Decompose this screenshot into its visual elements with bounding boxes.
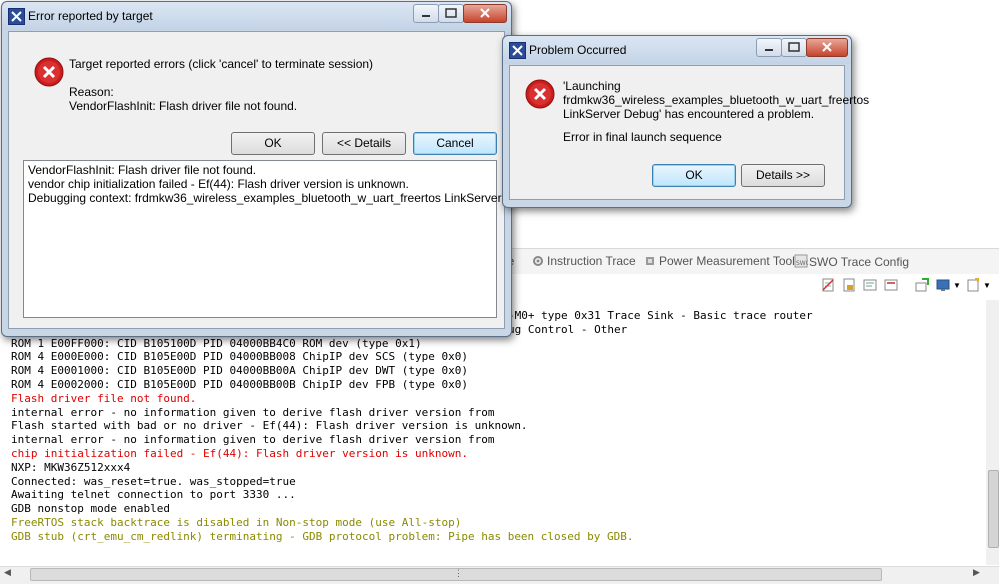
scroll-grip-icon: ⋮ xyxy=(454,568,463,578)
console-line: NXP: MKW36Z512xxx4 xyxy=(11,460,131,474)
console-line: -M0+ type 0x31 Trace Sink - Basic trace … xyxy=(508,309,813,322)
console-line: Awaiting telnet connection to port 3330 … xyxy=(11,488,296,502)
console-line: internal error - no information given to… xyxy=(11,433,495,447)
console-line: ROM 4 E0001000: CID B105E00D PID 04000BB… xyxy=(11,364,468,378)
details-text-area[interactable]: VendorFlashInit: Flash driver file not f… xyxy=(23,160,540,318)
word-wrap-icon[interactable] xyxy=(862,277,878,293)
console-line: ROM 1 E00FF000: CID B105100D PID 04000BB… xyxy=(11,336,422,350)
console-line: GDB nonstop mode enabled xyxy=(11,502,170,516)
reason-text: VendorFlashInit: Flash driver file not f… xyxy=(69,99,298,113)
clear-console-icon[interactable] xyxy=(820,277,836,293)
console-line: Flash driver file not found. xyxy=(11,391,197,405)
view-tab-bar: le Instruction Trace Power Measurement T… xyxy=(505,248,999,275)
ok-button[interactable]: OK xyxy=(652,164,736,187)
error-dialog-titlebar[interactable]: Error reported by target xyxy=(2,2,511,30)
chip-icon xyxy=(644,255,656,267)
details-button[interactable]: << Details xyxy=(322,132,406,155)
tab-swo-trace-config[interactable]: SWOSWO Trace Config xyxy=(794,254,909,269)
console-output: -M0+ type 0x31 Trace Sink - Basic trace … xyxy=(0,300,990,565)
problem-dialog-title: Problem Occurred xyxy=(529,43,627,57)
problem-message-line: frdmkw36_wireless_examples_bluetooth_w_u… xyxy=(563,93,870,107)
details-button[interactable]: Details >> xyxy=(741,164,825,187)
scroll-left-icon[interactable]: ◀ xyxy=(4,567,11,578)
error-icon xyxy=(34,57,64,87)
show-console-icon[interactable] xyxy=(883,277,899,293)
swo-icon: SWO xyxy=(794,254,811,268)
svg-text:SWO: SWO xyxy=(796,260,808,267)
maximize-button[interactable] xyxy=(438,4,464,23)
console-line: ROM 4 E0002000: CID B105E00D PID 04000BB… xyxy=(11,378,468,391)
error-message: Target reported errors (click 'cancel' t… xyxy=(69,57,374,71)
tab-instruction-trace[interactable]: Instruction Trace xyxy=(532,254,636,268)
details-line: vendor chip initialization failed - Ef(4… xyxy=(28,177,409,191)
console-line: GDB stub (crt_emu_cm_redlink) terminatin… xyxy=(11,529,634,543)
ok-button[interactable]: OK xyxy=(231,132,315,155)
error-icon xyxy=(525,79,555,109)
chevron-down-icon[interactable]: ▼ xyxy=(983,281,999,297)
vertical-scroll-thumb[interactable] xyxy=(988,470,999,548)
error-dialog-title: Error reported by target xyxy=(28,9,153,23)
problem-detail: Error in final launch sequence xyxy=(563,130,722,144)
pin-console-icon[interactable] xyxy=(914,277,930,293)
console-line: ROM 4 E000E000: CID B105E00D PID 04000BB… xyxy=(11,350,468,364)
console-line: internal error - no information given to… xyxy=(11,405,495,419)
error-dialog: Error reported by target Target reported… xyxy=(1,1,540,337)
lock-scroll-icon[interactable] xyxy=(841,277,857,293)
details-line: Debugging context: frdmkw36_wireless_exa… xyxy=(28,191,541,205)
tab-label: Instruction Trace xyxy=(547,254,636,268)
scroll-right-icon[interactable]: ▶ xyxy=(973,567,980,578)
app-x-icon xyxy=(8,8,25,25)
display-console-icon[interactable] xyxy=(935,277,951,293)
error-dialog-body: Target reported errors (click 'cancel' t… xyxy=(8,31,540,329)
console-line: ug Control - Other xyxy=(508,322,628,336)
problem-message-line: LinkServer Debug' has encountered a prob… xyxy=(563,107,815,121)
new-console-icon[interactable] xyxy=(965,277,981,293)
close-button[interactable] xyxy=(463,4,507,23)
console-line: FreeRTOS stack backtrace is disabled in … xyxy=(11,516,462,529)
problem-dialog: Problem Occurred 'Launching frdmkw36_wir… xyxy=(502,35,869,208)
tab-label: SWO Trace Config xyxy=(809,255,910,269)
tab-power-measurement[interactable]: Power Measurement Tool xyxy=(644,254,795,268)
console-line: Connected: was_reset=true. was_stopped=t… xyxy=(11,474,296,488)
console-line: chip initialization failed - Ef(44): Fla… xyxy=(11,447,468,460)
problem-dialog-titlebar[interactable]: Problem Occurred xyxy=(503,36,851,64)
reason-label: Reason: xyxy=(69,85,114,99)
tab-label: Power Measurement Tool xyxy=(659,254,795,268)
cancel-button[interactable]: Cancel xyxy=(413,132,497,155)
problem-dialog-body: 'Launching frdmkw36_wireless_examples_bl… xyxy=(509,65,869,200)
console-line: Flash started with bad or no driver - Ef… xyxy=(11,419,528,433)
close-button[interactable] xyxy=(806,38,848,57)
minimize-button[interactable] xyxy=(756,38,782,57)
problem-message-line: 'Launching xyxy=(563,79,621,93)
console-toolbar: ▼ ▼ xyxy=(505,274,999,296)
gear-icon xyxy=(532,255,544,267)
app-x-icon xyxy=(509,42,526,59)
maximize-button[interactable] xyxy=(781,38,807,57)
details-line: VendorFlashInit: Flash driver file not f… xyxy=(28,163,257,177)
minimize-button[interactable] xyxy=(413,4,439,23)
